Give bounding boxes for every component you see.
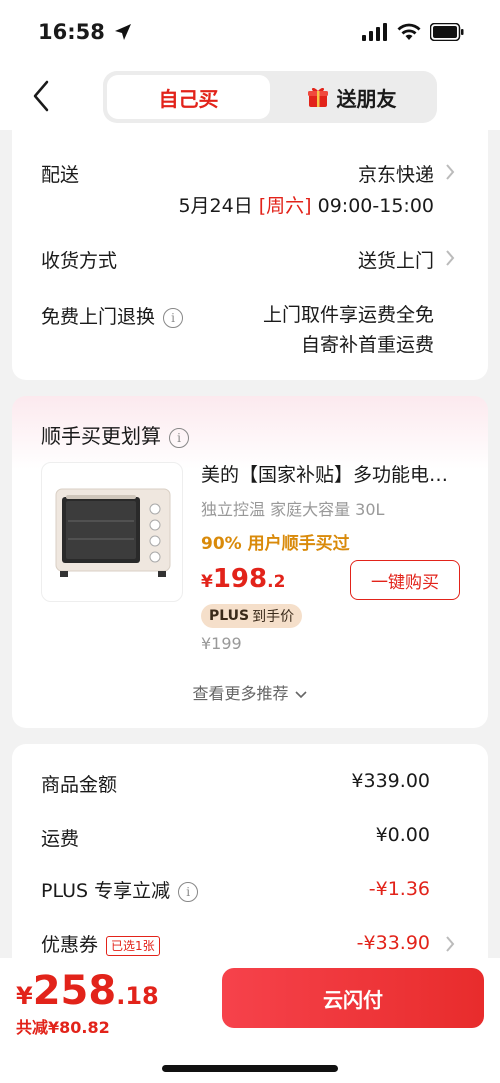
total-currency: ¥: [16, 982, 33, 1010]
summary-row-value: ¥339.00: [351, 770, 430, 792]
free-return-label-row: 免费上门退换 i: [41, 302, 184, 329]
total-dec: .18: [116, 982, 159, 1010]
summary-row-label: 优惠券: [41, 934, 99, 956]
delivery-date: 5月24日: [178, 195, 253, 217]
receive-method-value[interactable]: 送货上门: [358, 246, 434, 273]
delivery-carrier[interactable]: 京东快递: [358, 160, 434, 187]
coupon-label-row: 优惠券 已选1张: [41, 930, 160, 957]
info-icon[interactable]: i: [163, 307, 184, 328]
summary-row-label: 运费: [41, 828, 80, 850]
see-more-button[interactable]: 查看更多推荐: [12, 680, 488, 704]
signal-icon: [362, 23, 387, 41]
recommend-title: 顺手买更划算: [41, 424, 161, 448]
info-icon[interactable]: i: [169, 427, 189, 448]
one-click-buy-button[interactable]: 一键购买: [350, 560, 460, 600]
total-int: 258: [32, 968, 117, 1014]
plus-discount-label-row: PLUS 专享立减 i: [41, 876, 199, 903]
price-dec: .2: [267, 572, 286, 592]
price-int: 198: [212, 564, 268, 594]
plus-text: 到手价: [252, 609, 295, 625]
purchase-mode-switch: 自己买 送朋友: [103, 71, 437, 123]
product-image[interactable]: [41, 462, 183, 602]
delivery-time-range: 09:00-15:00: [317, 195, 434, 217]
tab-buy-for-self[interactable]: 自己买: [107, 75, 270, 119]
status-bar: 16:58: [0, 0, 500, 64]
bottom-bar: ¥258.18 共减¥80.82 云闪付: [0, 958, 500, 1083]
product-price: ¥198.2: [201, 564, 285, 594]
pay-button[interactable]: 云闪付: [222, 968, 484, 1028]
product-title[interactable]: 美的【国家补贴】多功能电烤箱: [201, 460, 461, 487]
recommend-title-row: 顺手买更划算 i: [41, 420, 189, 449]
total-price: ¥258.18: [16, 968, 159, 1014]
free-return-label: 免费上门退换: [41, 306, 156, 328]
chevron-left-icon: [33, 80, 49, 112]
free-return-line1: 上门取件享运费全免: [262, 304, 434, 326]
delivery-weekday: [周六]: [258, 195, 312, 217]
summary-row-label: 商品金额: [41, 774, 118, 796]
price-symbol: ¥: [201, 572, 213, 592]
product-hot-text: 90% 用户顺手买过: [201, 534, 350, 554]
see-more-label: 查看更多推荐: [192, 684, 289, 703]
summary-row-value: -¥1.36: [368, 878, 430, 900]
tab-label: 送朋友: [336, 86, 397, 111]
location-arrow-icon: [114, 24, 131, 40]
chevron-right-icon[interactable]: [444, 248, 456, 268]
tab-gift-to-friend[interactable]: 送朋友: [270, 75, 433, 119]
delivery-label: 配送: [41, 164, 80, 186]
wifi-icon: [397, 23, 421, 40]
back-button[interactable]: [26, 76, 56, 116]
status-time-group: 16:58: [38, 20, 133, 44]
recommend-card: 顺手买更划算 i 美的【国家补贴】多功能电烤箱 独立控温 家庭大容量 30L 90…: [12, 396, 488, 728]
product-subtitle: 独立控温 家庭大容量 30L: [201, 500, 385, 519]
free-return-line2: 自寄补首重运费: [300, 334, 434, 356]
delivery-card: 配送 京东快递 5月24日 [周六] 09:00-15:00 收货方式 送货上门…: [12, 130, 488, 380]
plus-label: PLUS: [209, 608, 250, 624]
chevron-right-icon[interactable]: [444, 934, 456, 954]
total-discount: 共减¥80.82: [16, 1018, 110, 1037]
chevron-down-icon: [294, 690, 307, 698]
delivery-time: 5月24日 [周六] 09:00-15:00: [178, 191, 434, 218]
original-price: ¥199: [201, 634, 242, 653]
coupon-value[interactable]: -¥33.90: [357, 932, 430, 954]
coupon-selected-tag: 已选1张: [106, 935, 160, 956]
summary-row-label: PLUS 专享立减: [41, 880, 171, 902]
receive-method-label: 收货方式: [41, 250, 118, 272]
header: 自己买 送朋友: [0, 64, 500, 130]
summary-row-value: ¥0.00: [375, 824, 430, 846]
oven-image: [55, 488, 171, 577]
gift-icon: [307, 87, 328, 107]
chevron-right-icon[interactable]: [444, 162, 456, 182]
battery-icon: [430, 23, 464, 41]
tab-label: 自己买: [158, 86, 219, 111]
info-icon[interactable]: i: [178, 881, 199, 902]
status-time: 16:58: [38, 20, 105, 44]
plus-price-badge: PLUS 到手价: [201, 604, 303, 628]
status-icons: [362, 23, 464, 41]
home-indicator[interactable]: [162, 1065, 338, 1072]
